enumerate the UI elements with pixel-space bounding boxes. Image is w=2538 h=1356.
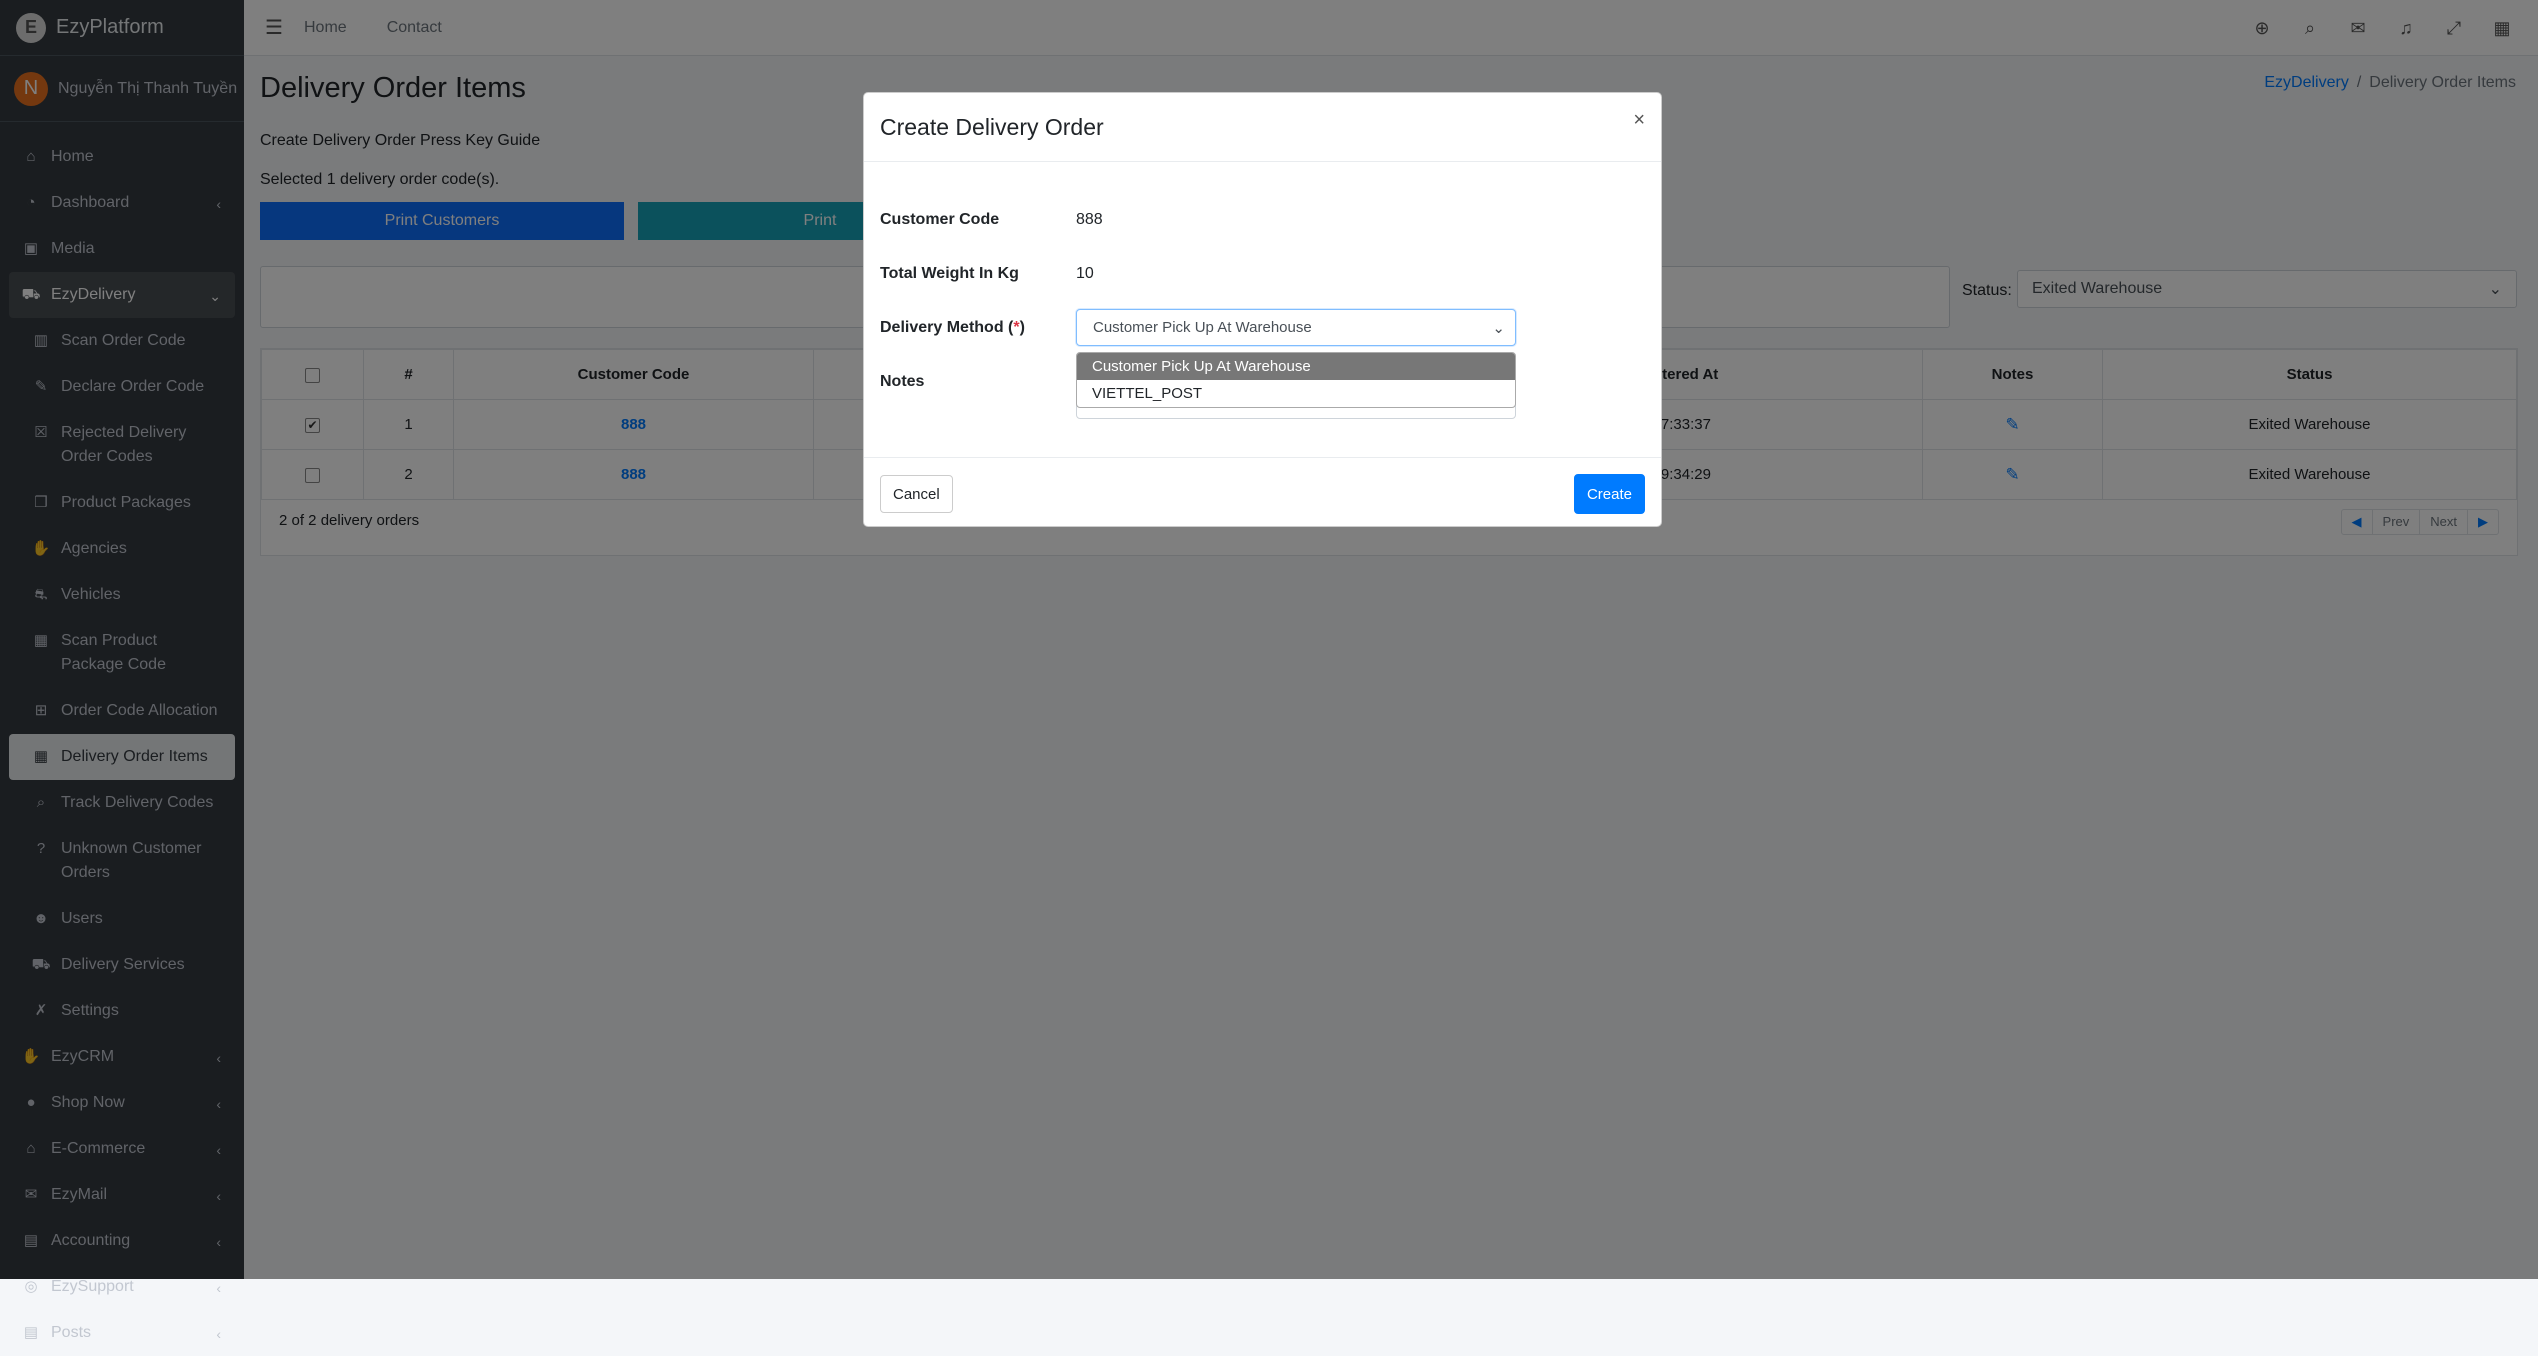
sidebar-item-posts[interactable]: ▤ Posts ‹ — [9, 1310, 235, 1356]
delivery-method-label-text: Delivery Method ( — [880, 319, 1014, 336]
dropdown-option[interactable]: VIETTEL_POST — [1077, 380, 1515, 407]
modal-title: Create Delivery Order — [880, 113, 1104, 140]
delivery-method-dropdown: Customer Pick Up At Warehouse VIETTEL_PO… — [1076, 352, 1516, 408]
dropdown-option[interactable]: Customer Pick Up At Warehouse — [1077, 353, 1515, 380]
chevron-left-icon: ‹ — [216, 1280, 221, 1296]
customer-code-value: 888 — [1076, 211, 1103, 228]
cancel-button[interactable]: Cancel — [880, 475, 953, 513]
create-button[interactable]: Create — [1573, 474, 1645, 514]
create-delivery-order-modal: Create Delivery Order × Customer Code 88… — [863, 92, 1662, 527]
sidebar-item-label: Posts — [51, 1324, 92, 1341]
notes-label: Notes — [880, 373, 925, 390]
delivery-method-select[interactable]: Customer Pick Up At Warehouse ⌄ — [1076, 309, 1516, 346]
modal-footer: Cancel Create — [864, 457, 1661, 527]
weight-value: 10 — [1076, 265, 1094, 282]
delivery-method-label: Delivery Method (*) — [880, 319, 1025, 337]
customer-code-label: Customer Code — [880, 211, 1000, 228]
chevron-left-icon: ‹ — [216, 1326, 221, 1342]
close-icon[interactable]: × — [1633, 109, 1645, 132]
delivery-method-value: Customer Pick Up At Warehouse — [1093, 319, 1312, 336]
modal-header: Create Delivery Order — [864, 93, 1661, 162]
delivery-method-label-end: ) — [1019, 319, 1025, 336]
weight-label: Total Weight In Kg — [880, 265, 1019, 282]
posts-icon: ▤ — [23, 1324, 39, 1341]
chevron-down-icon: ⌄ — [1492, 319, 1505, 337]
